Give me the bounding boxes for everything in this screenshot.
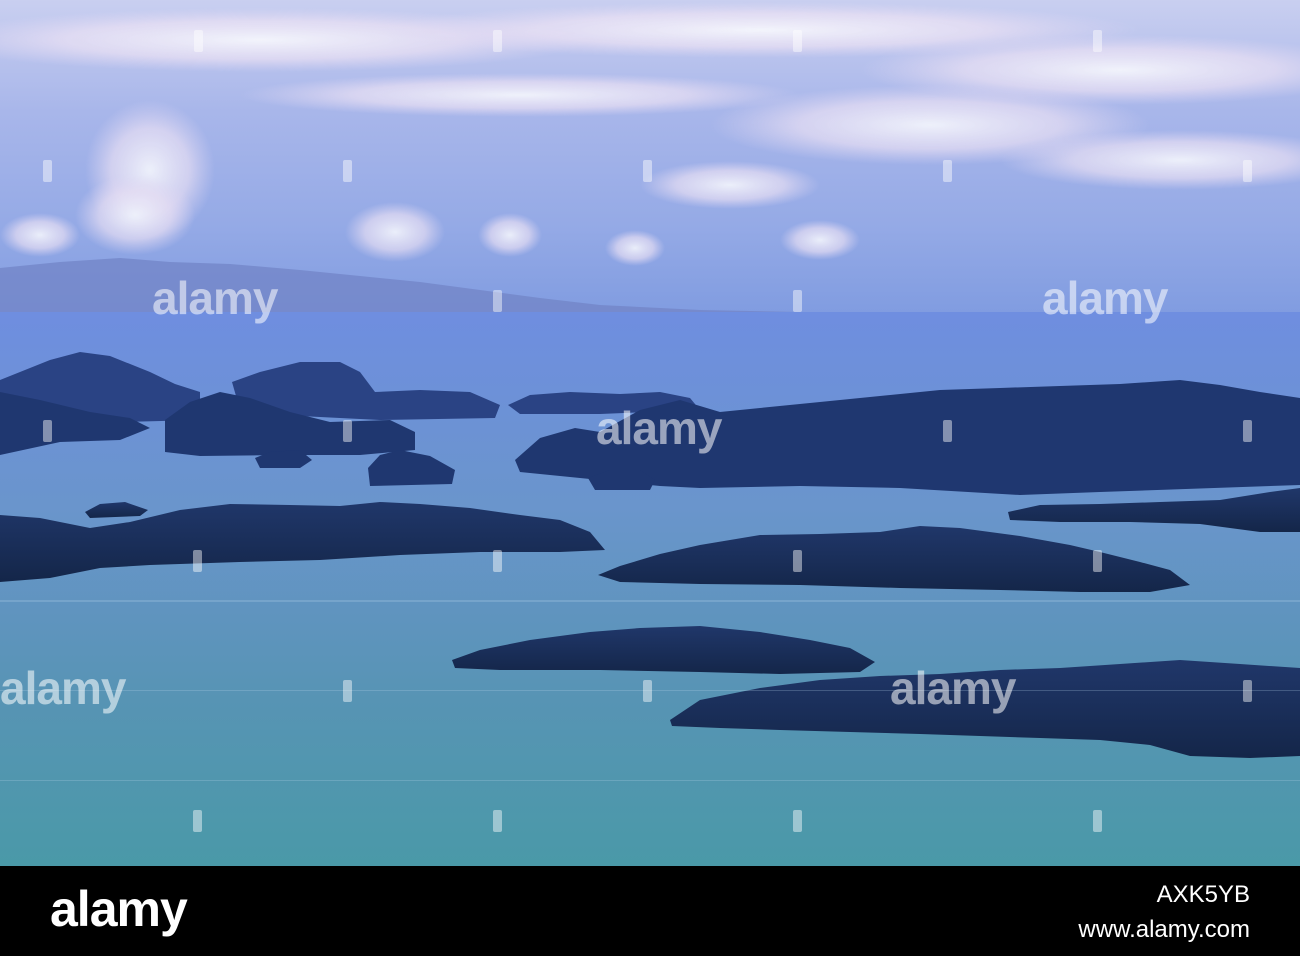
page: alamy alamy alamy alamy alamy alamy AXK5… (0, 0, 1300, 956)
island-seascape-photo: alamy alamy alamy alamy alamy (0, 0, 1300, 866)
footer-meta: AXK5YB www.alamy.com (1078, 881, 1250, 946)
site-url: www.alamy.com (1078, 916, 1250, 944)
image-id: AXK5YB (1156, 881, 1250, 908)
seascape-illustration (0, 0, 1300, 866)
footer-bar: alamy AXK5YB www.alamy.com (0, 866, 1300, 956)
alamy-logo: alamy (50, 881, 188, 937)
